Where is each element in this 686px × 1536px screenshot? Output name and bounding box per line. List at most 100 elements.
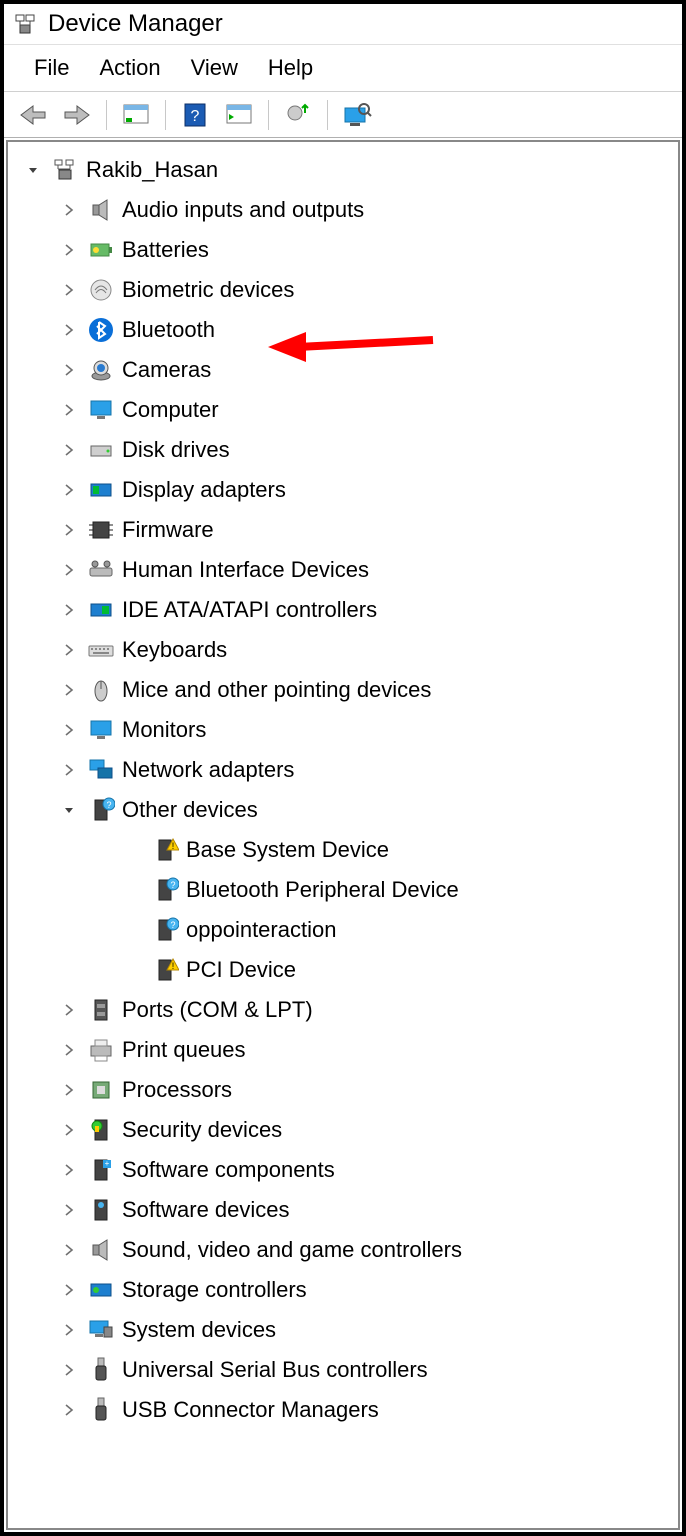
tree-category[interactable]: Universal Serial Bus controllers [18,1350,668,1390]
action-pane-button[interactable] [222,98,256,132]
tree-category[interactable]: Security devices [18,1110,668,1150]
menu-help[interactable]: Help [268,55,313,81]
tree-category[interactable]: Print queues [18,1030,668,1070]
tree-root[interactable]: Rakib_Hasan [18,150,668,190]
category-label: Other devices [122,797,258,823]
chevron-right-icon[interactable] [58,204,80,216]
tree-category[interactable]: Processors [18,1070,668,1110]
tree-category[interactable]: Mice and other pointing devices [18,670,668,710]
category-label: Storage controllers [122,1277,307,1303]
chevron-right-icon[interactable] [58,684,80,696]
chevron-right-icon[interactable] [58,244,80,256]
chevron-right-icon[interactable] [58,444,80,456]
chevron-right-icon[interactable] [58,1324,80,1336]
chevron-right-icon[interactable] [58,1284,80,1296]
chevron-right-icon[interactable] [58,1084,80,1096]
chevron-right-icon[interactable] [58,1404,80,1416]
software-icon [86,1195,116,1225]
menu-action[interactable]: Action [99,55,160,81]
tree-category[interactable]: Human Interface Devices [18,550,668,590]
scan-hardware-button[interactable] [340,98,374,132]
chevron-right-icon[interactable] [58,1364,80,1376]
category-label: System devices [122,1317,276,1343]
tree-category[interactable]: Bluetooth [18,310,668,350]
storage-icon [86,1275,116,1305]
tree-category[interactable]: Network adapters [18,750,668,790]
chevron-right-icon[interactable] [58,1204,80,1216]
tree-category[interactable]: USB Connector Managers [18,1390,668,1430]
menu-view[interactable]: View [191,55,238,81]
chevron-right-icon[interactable] [58,284,80,296]
mouse-icon [86,675,116,705]
chevron-down-icon[interactable] [58,804,80,816]
network-icon [86,755,116,785]
camera-icon [86,355,116,385]
disk-icon [86,435,116,465]
toolbar-separator [268,100,269,130]
chevron-down-icon[interactable] [22,164,44,176]
chevron-right-icon[interactable] [58,404,80,416]
category-label: Firmware [122,517,214,543]
menu-file[interactable]: File [34,55,69,81]
tree-category[interactable]: Batteries [18,230,668,270]
chevron-right-icon[interactable] [58,484,80,496]
tree-child[interactable]: Base System Device [18,830,668,870]
chevron-right-icon[interactable] [58,1004,80,1016]
child-label: PCI Device [186,957,296,983]
tree-category[interactable]: Other devices [18,790,668,830]
chevron-right-icon[interactable] [58,1164,80,1176]
category-label: Computer [122,397,219,423]
tree-category[interactable]: Computer [18,390,668,430]
fingerprint-icon [86,275,116,305]
tree-category[interactable]: Cameras [18,350,668,390]
update-driver-button[interactable] [281,98,315,132]
category-label: Monitors [122,717,206,743]
chevron-right-icon[interactable] [58,564,80,576]
tree-category[interactable]: Software components [18,1150,668,1190]
component-icon [86,1155,116,1185]
tree-category[interactable]: System devices [18,1310,668,1350]
chevron-right-icon[interactable] [58,1244,80,1256]
chevron-right-icon[interactable] [58,524,80,536]
tree-category[interactable]: Keyboards [18,630,668,670]
chevron-right-icon[interactable] [58,364,80,376]
tree-child[interactable]: PCI Device [18,950,668,990]
tree-category[interactable]: Firmware [18,510,668,550]
back-button[interactable] [16,98,50,132]
svg-text:?: ? [191,108,200,125]
chevron-right-icon[interactable] [58,1044,80,1056]
tree-category[interactable]: Biometric devices [18,270,668,310]
tree-category[interactable]: Sound, video and game controllers [18,1230,668,1270]
help-button[interactable]: ? [178,98,212,132]
tree-category[interactable]: Ports (COM & LPT) [18,990,668,1030]
tree-child[interactable]: oppointeraction [18,910,668,950]
tree-child[interactable]: Bluetooth Peripheral Device [18,870,668,910]
tree-category[interactable]: Software devices [18,1190,668,1230]
tree-category[interactable]: Display adapters [18,470,668,510]
show-hide-console-button[interactable] [119,98,153,132]
tree-category[interactable]: Audio inputs and outputs [18,190,668,230]
monitor-icon [86,395,116,425]
tree-category[interactable]: IDE ATA/ATAPI controllers [18,590,668,630]
category-label: Display adapters [122,477,286,503]
battery-icon [86,235,116,265]
chevron-right-icon[interactable] [58,644,80,656]
chevron-right-icon[interactable] [58,604,80,616]
chevron-right-icon[interactable] [58,764,80,776]
chevron-right-icon[interactable] [58,1124,80,1136]
speaker-icon [86,1235,116,1265]
chevron-right-icon[interactable] [58,324,80,336]
device-tree[interactable]: Rakib_Hasan Audio inputs and outputs Batt… [6,140,680,1530]
menubar: File Action View Help [4,44,682,92]
forward-button[interactable] [60,98,94,132]
chevron-right-icon[interactable] [58,724,80,736]
unknown-device-icon [150,915,180,945]
chip-icon [86,515,116,545]
category-label: Batteries [122,237,209,263]
tree-category[interactable]: Storage controllers [18,1270,668,1310]
tree-category[interactable]: Disk drives [18,430,668,470]
toolbar-separator [106,100,107,130]
category-label: Ports (COM & LPT) [122,997,313,1023]
tree-category[interactable]: Monitors [18,710,668,750]
keyboard-icon [86,635,116,665]
